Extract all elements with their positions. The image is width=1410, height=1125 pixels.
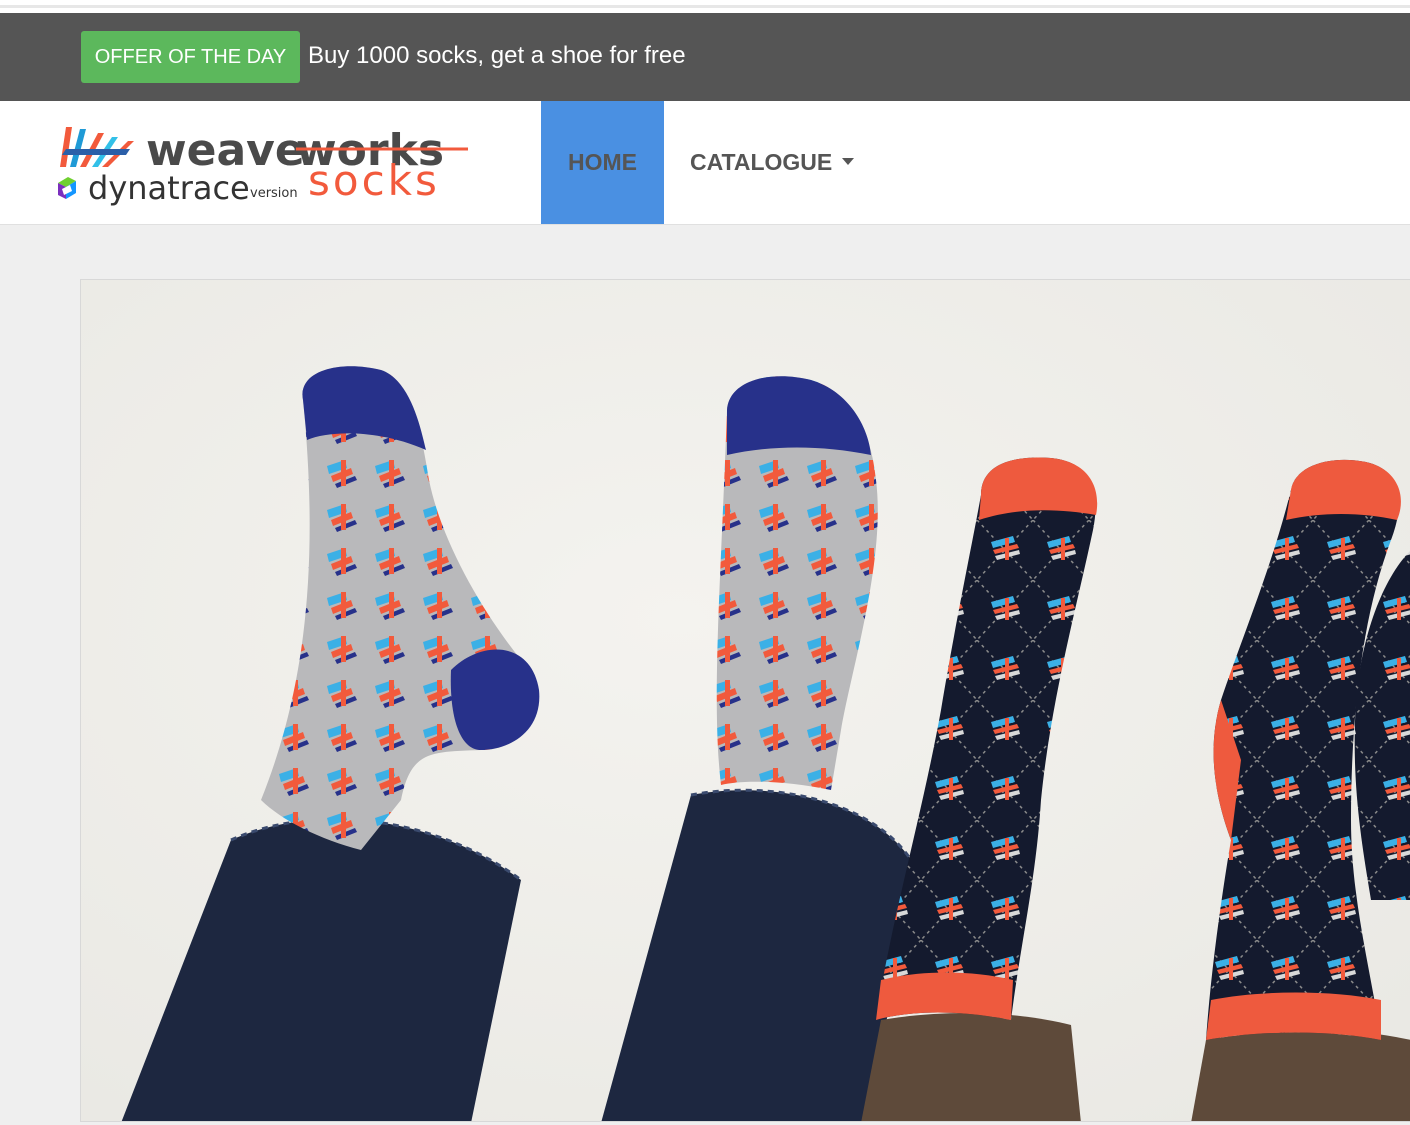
- hero-image[interactable]: [80, 279, 1410, 1122]
- nav-catalogue-dropdown[interactable]: Catalogue: [690, 101, 855, 224]
- nav-catalogue-label: Catalogue: [690, 149, 833, 175]
- dynatrace-cube-icon: [58, 177, 76, 199]
- caret-down-icon: [842, 158, 855, 166]
- top-strip: [0, 0, 1410, 13]
- nav-home-tab[interactable]: Home: [541, 101, 664, 224]
- offer-of-the-day-badge[interactable]: Offer of the day: [81, 31, 300, 83]
- hero-socks-photo-icon: [81, 280, 1410, 1121]
- logo-version-text: version: [250, 186, 298, 201]
- navbar: weave works dynatrace version socks Home…: [0, 101, 1410, 225]
- top-divider: [0, 5, 1410, 8]
- weaveworks-mark-icon: [60, 127, 134, 167]
- logo-dynatrace-text: dynatrace: [88, 169, 250, 207]
- offer-text: Buy 1000 socks, get a shoe for free: [308, 42, 686, 69]
- weaveworks-socks-logo[interactable]: weave works dynatrace version socks: [52, 119, 474, 211]
- logo-socks-text: socks: [308, 156, 440, 205]
- offer-bar: Offer of the day Buy 1000 socks, get a s…: [0, 13, 1410, 101]
